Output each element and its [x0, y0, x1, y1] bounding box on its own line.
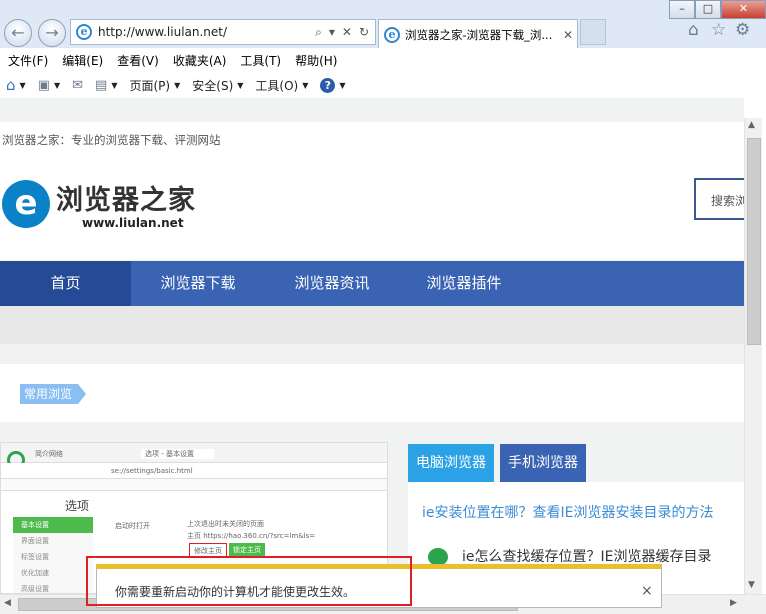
embedded-side-ui: 界面设置 [21, 537, 49, 545]
menu-view[interactable]: 查看(V) [117, 52, 159, 69]
refresh-icon[interactable]: ↻ [359, 25, 369, 40]
embedded-modify-button: 修改主页 [189, 543, 227, 557]
embedded-startup-label: 启动时打开 [115, 522, 150, 530]
tab-ie-icon: e [384, 26, 400, 43]
tools-command[interactable]: 工具(O) ▼ [255, 77, 308, 94]
article-link-2[interactable]: ie怎么查找缓存位置？IE浏览器缓存目录 [462, 549, 711, 565]
safety-command[interactable]: 安全(S) ▼ [192, 77, 243, 94]
address-bar[interactable]: e http://www.liulan.net/ ⌕ ▾ ✕ ↻ [70, 19, 376, 45]
print-icon: ▤ [95, 77, 108, 93]
notification-close-icon[interactable]: × [641, 583, 653, 599]
menu-tools[interactable]: 工具(T) [240, 52, 281, 69]
home-command[interactable]: ⌂ ▼ [6, 76, 26, 94]
menu-bar: 文件(F) 编辑(E) 查看(V) 收藏夹(A) 工具(T) 帮助(H) [8, 52, 351, 69]
favorites-icon[interactable]: ☆ [711, 20, 726, 40]
embedded-sidebar: 基本设置 界面设置 标签设置 优化加速 高级设置 [13, 517, 93, 593]
window-controls: – □ ✕ [669, 0, 766, 19]
dropdown-icon[interactable]: ▾ [329, 25, 335, 40]
tab-title: 浏览器之家-浏览器下载_浏... [405, 27, 553, 42]
ie-page-icon: e [76, 24, 92, 40]
feeds-command[interactable]: ▣ ▼ [38, 78, 60, 93]
embedded-option-2: 主页 https://hao.360.cn/?src=lm&ls= [187, 532, 316, 540]
maximize-button[interactable]: □ [695, 0, 721, 19]
embedded-heading: 选项 [65, 499, 90, 513]
embedded-url: se://settings/basic.html [111, 467, 193, 475]
home-icon: ⌂ [6, 76, 16, 94]
page-label: 页面(P) [129, 78, 171, 93]
embedded-side-advanced: 高级设置 [21, 585, 49, 593]
nav-download[interactable]: 浏览器下载 [131, 261, 265, 306]
forward-button[interactable]: → [38, 19, 66, 47]
close-window-button[interactable]: ✕ [721, 0, 766, 19]
nav-plugins[interactable]: 浏览器插件 [399, 261, 529, 306]
section-label: 常用浏览 [20, 384, 87, 404]
safety-label: 安全(S) [192, 78, 234, 93]
menu-edit[interactable]: 编辑(E) [62, 52, 103, 69]
help-command[interactable]: ? ▼ [320, 77, 346, 93]
site-header: e 浏览器之家 www.liulan.net 搜索浏 [0, 158, 744, 260]
embedded-addressbar: se://settings/basic.html [1, 463, 387, 479]
site-slogan: 浏览器之家：专业的浏览器下载、评测网站 [0, 122, 744, 158]
settings-icon[interactable]: ⚙ [735, 20, 750, 40]
home-icon[interactable]: ⌂ [688, 20, 699, 40]
scroll-right-icon[interactable]: ▶ [730, 598, 737, 608]
embedded-side-speed: 优化加速 [21, 569, 49, 577]
embedded-side-tabs: 标签设置 [21, 553, 49, 561]
embedded-bookmarks [1, 479, 387, 491]
url-text[interactable]: http://www.liulan.net/ [98, 25, 315, 39]
logo-url: www.liulan.net [82, 216, 184, 230]
embedded-lock-button: 锁定主页 [229, 543, 265, 557]
new-tab-button[interactable] [580, 19, 606, 45]
browser-tabs: 电脑浏览器 手机浏览器 [408, 444, 592, 482]
title-bar: – □ ✕ ← → e http://www.liulan.net/ ⌕ ▾ ✕… [0, 0, 766, 49]
mail-icon: ✉ [72, 77, 84, 93]
embedded-tab-1: 简介网络 [35, 450, 63, 458]
logo-icon[interactable]: e [2, 180, 50, 228]
minimize-button[interactable]: – [669, 0, 695, 19]
page-command[interactable]: 页面(P) ▼ [130, 77, 181, 94]
menu-file[interactable]: 文件(F) [8, 52, 48, 69]
tab-mobile-browser[interactable]: 手机浏览器 [500, 444, 586, 482]
back-button[interactable]: ← [4, 19, 32, 47]
rss-icon: ▣ [37, 77, 50, 93]
embedded-tab-2: 选项 - 基本设置 [141, 449, 214, 459]
menu-help[interactable]: 帮助(H) [295, 52, 337, 69]
scroll-left-icon[interactable]: ◀ [4, 598, 11, 608]
highlight-box [86, 556, 412, 606]
tab-pc-browser[interactable]: 电脑浏览器 [408, 444, 494, 482]
vertical-scrollbar[interactable]: ▲ ▼ [744, 118, 762, 594]
search-icon[interactable]: ⌕ [315, 25, 322, 40]
command-area: 文件(F) 编辑(E) 查看(V) 收藏夹(A) 工具(T) 帮助(H) ⌂ ▼ … [0, 48, 766, 98]
nav-home[interactable]: 首页 [0, 261, 131, 306]
tools-label: 工具(O) [255, 78, 299, 93]
article-item-2[interactable]: ie怎么查找缓存位置？IE浏览器缓存目录 [428, 546, 711, 566]
web-page: 浏览器之家：专业的浏览器下载、评测网站 e 浏览器之家 www.liulan.n… [0, 98, 744, 594]
embedded-tabbar: 简介网络 选项 - 基本设置 [1, 443, 387, 463]
banner-band [0, 306, 744, 344]
main-nav: 首页 浏览器下载 浏览器资讯 浏览器插件 [0, 261, 744, 306]
section-box: 常用浏览 [0, 364, 744, 422]
vertical-scroll-thumb[interactable] [747, 138, 761, 345]
search-input[interactable]: 搜索浏 [694, 178, 744, 220]
embedded-side-basic: 基本设置 [13, 517, 93, 533]
article-link-1[interactable]: ie安装位置在哪？查看IE浏览器安装目录的方法 [422, 502, 713, 522]
menu-favorites[interactable]: 收藏夹(A) [173, 52, 227, 69]
command-bar: ⌂ ▼ ▣ ▼ ✉ ▤ ▼ 页面(P) ▼ 安全(S) ▼ 工具(O) ▼ ? ▼ [6, 76, 358, 94]
browser-tab[interactable]: e 浏览器之家-浏览器下载_浏... ✕ [378, 19, 578, 49]
nav-news[interactable]: 浏览器资讯 [265, 261, 399, 306]
print-command[interactable]: ▤ ▼ [95, 78, 117, 93]
help-icon: ? [320, 77, 336, 93]
mail-command[interactable]: ✉ [72, 78, 83, 93]
logo-text[interactable]: 浏览器之家 [56, 178, 196, 217]
tab-close-icon[interactable]: ✕ [559, 28, 577, 42]
stop-icon[interactable]: ✕ [342, 25, 352, 40]
embedded-option-1: 上次退出时未关闭的页面 [187, 520, 264, 528]
scroll-down-icon[interactable]: ▼ [748, 580, 755, 590]
scroll-up-icon[interactable]: ▲ [748, 120, 755, 130]
